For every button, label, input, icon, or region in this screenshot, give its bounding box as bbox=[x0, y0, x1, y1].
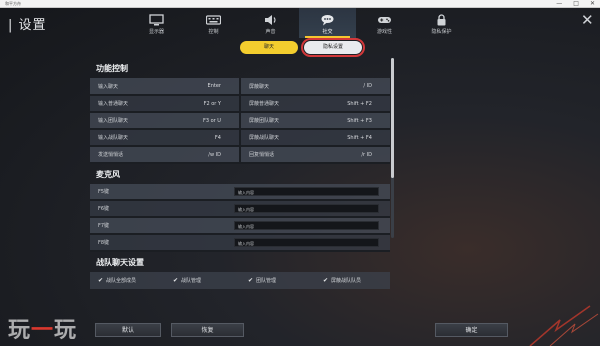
action-label: 输入聊天 bbox=[90, 78, 172, 96]
chat-icon bbox=[321, 15, 334, 26]
checkmark-icon: ✔ bbox=[98, 277, 104, 284]
action-label: 屏蔽普通聊天 bbox=[241, 95, 323, 113]
mic-key-label: F5键 bbox=[98, 189, 110, 195]
watermark-logo: 玩一玩 bbox=[8, 318, 78, 343]
default-button[interactable]: 默认 bbox=[95, 323, 161, 337]
tab-label: 社交 bbox=[322, 29, 333, 35]
function-control-table: 输入聊天 Enter 屏蔽聊天 / ID 输入普通聊天 F2 or Y 屏蔽普通… bbox=[90, 78, 390, 164]
team-chat-options: ✔ 战队全部成员 ✔ 战队管理 ✔ 团队管理 ✔ 屏蔽战队队员 bbox=[90, 272, 390, 289]
mic-key-label: F6键 bbox=[98, 206, 110, 212]
list-item: F8键 输入内容 bbox=[90, 235, 390, 252]
keybind-value[interactable]: F3 or U bbox=[171, 112, 239, 130]
mic-phrase-input[interactable]: 输入内容 bbox=[234, 221, 379, 230]
confirm-button[interactable]: 确定 bbox=[435, 323, 508, 337]
window-close-button[interactable]: ✕ bbox=[590, 0, 595, 8]
action-label: 输入团队聊天 bbox=[90, 112, 172, 130]
subtab-chat[interactable]: 聊天 bbox=[240, 41, 298, 54]
maximize-button[interactable]: □ bbox=[573, 0, 579, 8]
settings-header: | 设置 显示器 控制 声音 社交 游戏性 隐私保护 ✕ bbox=[0, 8, 600, 38]
keybind-value[interactable]: / ID bbox=[322, 78, 390, 96]
checkmark-icon: ✔ bbox=[248, 277, 254, 284]
table-row: 输入普通聊天 F2 or Y 屏蔽普通聊天 Shift + F2 bbox=[90, 95, 390, 113]
table-row: 发送悄悄话 /w ID 回复悄悄话 /r ID bbox=[90, 146, 390, 164]
gamepad-icon bbox=[378, 17, 391, 23]
keybind-value[interactable]: /w ID bbox=[171, 146, 239, 164]
tab-control[interactable]: 控制 bbox=[185, 8, 242, 38]
tab-sound[interactable]: 声音 bbox=[242, 8, 299, 38]
keyboard-icon bbox=[206, 15, 221, 25]
tab-gameplay[interactable]: 游戏性 bbox=[356, 8, 413, 38]
action-label: 输入普通聊天 bbox=[90, 95, 172, 113]
checkbox-team-all-members[interactable]: ✔ 战队全部成员 bbox=[90, 277, 165, 284]
restore-button[interactable]: 恢复 bbox=[171, 323, 244, 337]
close-icon[interactable]: ✕ bbox=[581, 13, 594, 28]
speaker-icon bbox=[265, 15, 276, 25]
table-row: 输入战队聊天 F4 屏蔽战队聊天 Shift + F4 bbox=[90, 129, 390, 147]
action-label: 发送悄悄话 bbox=[90, 146, 172, 164]
action-label: 屏蔽团队聊天 bbox=[241, 112, 323, 130]
mic-phrase-input[interactable]: 输入内容 bbox=[234, 187, 379, 196]
keybind-value[interactable]: F2 or Y bbox=[171, 95, 239, 113]
settings-panel: 功能控制 输入聊天 Enter 屏蔽聊天 / ID 输入普通聊天 F2 or Y… bbox=[90, 62, 390, 314]
tab-label: 控制 bbox=[208, 29, 219, 35]
tab-label: 显示器 bbox=[148, 29, 164, 35]
list-item: F6键 输入内容 bbox=[90, 201, 390, 218]
scrollbar-thumb[interactable] bbox=[391, 58, 394, 178]
tab-display[interactable]: 显示器 bbox=[128, 8, 185, 38]
microphone-list: F5键 输入内容 F6键 输入内容 F7键 输入内容 F8键 输入内容 bbox=[90, 184, 390, 252]
settings-tabs: 显示器 控制 声音 社交 游戏性 隐私保护 bbox=[128, 8, 470, 38]
tab-label: 声音 bbox=[265, 29, 276, 35]
mic-key-label: F8键 bbox=[98, 240, 110, 246]
checkbox-team-management[interactable]: ✔ 战队管理 bbox=[165, 277, 240, 284]
action-label: 回复悄悄话 bbox=[241, 146, 323, 164]
tab-label: 游戏性 bbox=[376, 29, 392, 35]
tab-social[interactable]: 社交 bbox=[299, 8, 356, 38]
mic-key-label: F7键 bbox=[98, 223, 110, 229]
table-row: 输入聊天 Enter 屏蔽聊天 / ID bbox=[90, 78, 390, 96]
mic-phrase-input[interactable]: 输入内容 bbox=[234, 204, 379, 213]
action-label: 屏蔽战队聊天 bbox=[241, 129, 323, 147]
checkmark-icon: ✔ bbox=[323, 277, 329, 284]
section-title-team-chat: 战队聊天设置 bbox=[96, 258, 144, 267]
app-title: 和平方舟 bbox=[5, 1, 21, 6]
action-label: 屏蔽聊天 bbox=[241, 78, 323, 96]
lock-icon bbox=[437, 14, 446, 26]
keybind-value[interactable]: Shift + F4 bbox=[322, 129, 390, 147]
keybind-value[interactable]: F4 bbox=[171, 129, 239, 147]
keybind-value[interactable]: /r ID bbox=[322, 146, 390, 164]
table-row: 输入团队聊天 F3 or U 屏蔽团队聊天 Shift + F3 bbox=[90, 112, 390, 130]
checkbox-block-team-members[interactable]: ✔ 屏蔽战队队员 bbox=[315, 277, 390, 284]
title-bar: 和平方舟 — □ ✕ bbox=[0, 0, 600, 8]
list-item: F5键 输入内容 bbox=[90, 184, 390, 201]
settings-window: 和平方舟 — □ ✕ | 设置 显示器 控制 声音 社交 游戏性 隐私保护 ✕ … bbox=[0, 0, 600, 346]
section-title-function-control: 功能控制 bbox=[96, 64, 128, 73]
keybind-value[interactable]: Shift + F3 bbox=[322, 112, 390, 130]
decorative-sparks bbox=[529, 305, 599, 346]
monitor-icon bbox=[149, 14, 164, 26]
tab-label: 隐私保护 bbox=[431, 29, 452, 35]
panel-scrollbar[interactable] bbox=[391, 58, 394, 238]
action-label: 输入战队聊天 bbox=[90, 129, 172, 147]
keybind-value[interactable]: Shift + F2 bbox=[322, 95, 390, 113]
window-controls: — □ ✕ bbox=[556, 0, 595, 8]
checkmark-icon: ✔ bbox=[173, 277, 179, 284]
list-item: F7键 输入内容 bbox=[90, 218, 390, 235]
social-subtabs: 聊天 隐私设置 bbox=[240, 38, 365, 57]
checkbox-group-management[interactable]: ✔ 团队管理 bbox=[240, 277, 315, 284]
page-title: | 设置 bbox=[8, 18, 47, 33]
subtab-privacy-settings[interactable]: 隐私设置 bbox=[301, 38, 365, 57]
section-title-microphone: 麦克风 bbox=[96, 170, 120, 179]
tab-privacy[interactable]: 隐私保护 bbox=[413, 8, 470, 38]
mic-phrase-input[interactable]: 输入内容 bbox=[234, 238, 379, 247]
minimize-button[interactable]: — bbox=[556, 0, 562, 8]
keybind-value[interactable]: Enter bbox=[171, 78, 239, 96]
